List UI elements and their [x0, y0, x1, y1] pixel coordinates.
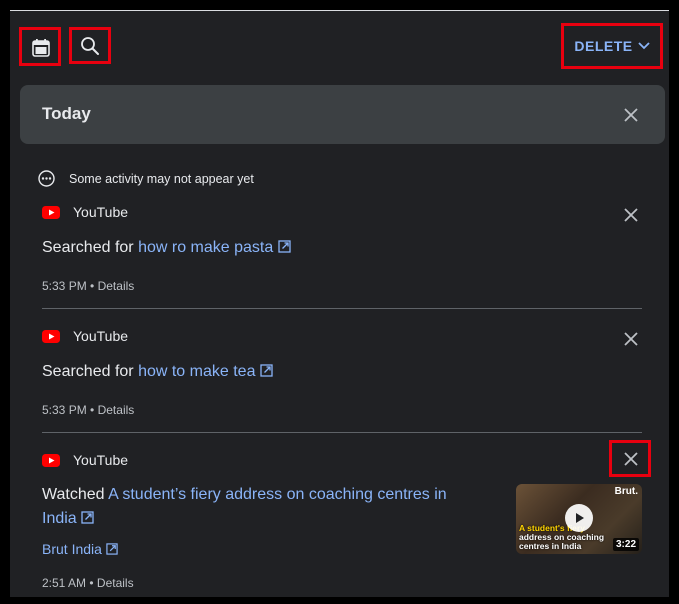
source-label: YouTube	[73, 204, 129, 220]
youtube-icon	[42, 329, 60, 343]
source-row: YouTube	[42, 452, 128, 468]
activity-time: 5:33 PM	[42, 279, 87, 293]
play-icon	[576, 513, 584, 523]
meta-separator: •	[90, 279, 98, 293]
delete-item-button[interactable]	[620, 204, 642, 226]
activity-time: 5:33 PM	[42, 403, 87, 417]
close-today-button[interactable]	[620, 104, 642, 126]
play-button[interactable]	[565, 504, 593, 532]
details-link[interactable]: Details	[98, 403, 135, 417]
channel-link[interactable]: Brut India	[42, 541, 102, 557]
activity-time: 2:51 AM	[42, 576, 87, 590]
source-label: YouTube	[73, 328, 129, 344]
open-in-new-icon[interactable]	[106, 543, 118, 555]
activity-meta: 2:51 AM • Details	[42, 576, 134, 590]
open-in-new-icon[interactable]	[81, 511, 94, 524]
youtube-icon	[42, 205, 60, 219]
close-icon	[624, 108, 638, 122]
highlight-delete-item	[609, 440, 651, 477]
close-icon	[624, 332, 638, 346]
highlight-calendar	[19, 27, 61, 66]
details-link[interactable]: Details	[98, 279, 135, 293]
query-link[interactable]: how to make tea	[138, 363, 255, 380]
today-header: Today	[20, 85, 665, 144]
activity-text: Searched for how ro make pasta	[42, 236, 291, 260]
video-thumbnail[interactable]: Brut. A student's fiery address on coach…	[516, 484, 642, 554]
today-title: Today	[42, 104, 91, 123]
highlight-delete	[561, 23, 663, 69]
source-label: YouTube	[73, 452, 129, 468]
activity-meta: 5:33 PM • Details	[42, 403, 134, 417]
activity-text: Watched A student’s fiery address on coa…	[42, 483, 492, 531]
video-duration: 3:22	[612, 538, 639, 551]
meta-separator: •	[89, 576, 97, 590]
thumbnail-caption-line: centres in India	[519, 541, 582, 551]
divider	[42, 308, 642, 309]
channel-row: Brut India	[42, 537, 118, 561]
activity-item: YouTube Searched for how to make tea 5:3…	[42, 324, 642, 424]
action-label: Watched	[42, 486, 105, 503]
close-icon	[624, 208, 638, 222]
activity-text: Searched for how to make tea	[42, 360, 273, 384]
highlight-search	[69, 27, 111, 64]
more-horizontal-icon	[38, 170, 55, 187]
activity-notice: Some activity may not appear yet	[38, 170, 254, 187]
details-link[interactable]: Details	[97, 576, 134, 590]
video-title-link-continued[interactable]: India	[42, 510, 77, 527]
open-in-new-icon[interactable]	[260, 364, 273, 377]
youtube-icon	[42, 453, 60, 467]
thumbnail-brand: Brut.	[614, 486, 638, 497]
divider	[42, 432, 642, 433]
source-row: YouTube	[42, 328, 128, 344]
source-row: YouTube	[42, 204, 128, 220]
query-link[interactable]: how ro make pasta	[138, 239, 273, 256]
notice-text: Some activity may not appear yet	[69, 171, 254, 186]
meta-separator: •	[90, 403, 98, 417]
activity-item: YouTube Searched for how ro make pasta 5…	[42, 200, 642, 300]
activity-meta: 5:33 PM • Details	[42, 279, 134, 293]
thumbnail-caption: A student's fiery address on coaching ce…	[519, 524, 604, 551]
delete-item-button[interactable]	[620, 328, 642, 350]
open-in-new-icon[interactable]	[278, 240, 291, 253]
video-title-link[interactable]: A student’s fiery address on coaching ce…	[108, 486, 447, 503]
action-label: Searched for	[42, 239, 134, 256]
action-label: Searched for	[42, 363, 134, 380]
